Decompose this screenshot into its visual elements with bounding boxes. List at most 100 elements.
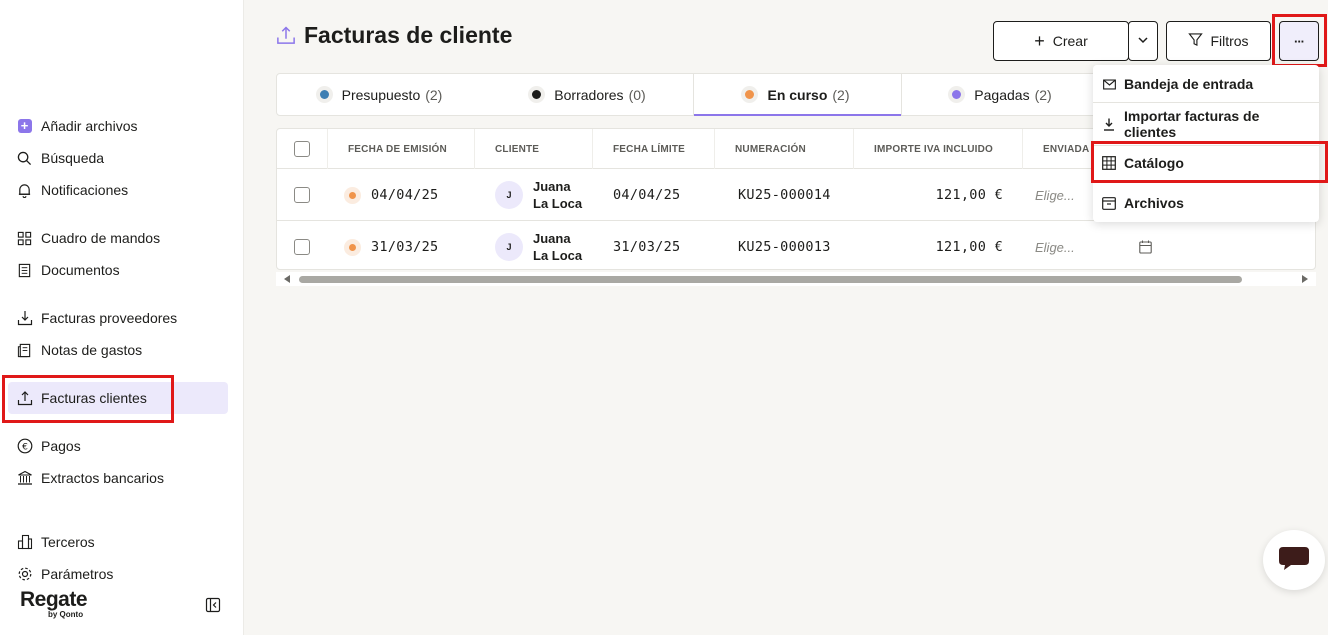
sidebar-item-notifications[interactable]: Notificaciones bbox=[8, 174, 228, 206]
amount: 121,00 € bbox=[935, 239, 1003, 255]
client-name: Juana La Loca bbox=[533, 179, 583, 211]
tab-en-curso[interactable]: En curso (2) bbox=[693, 74, 902, 116]
column-header[interactable]: FECHA DE EMISIÓN bbox=[327, 129, 474, 169]
select-all-checkbox[interactable] bbox=[294, 141, 310, 157]
status-dot-icon bbox=[532, 90, 542, 99]
menu-item-catalog[interactable]: Catálogo bbox=[1093, 149, 1319, 177]
sidebar-item-label: Documentos bbox=[41, 262, 120, 278]
client-name: Juana La Loca bbox=[533, 231, 583, 263]
bank-icon bbox=[16, 470, 33, 487]
download-tray-icon bbox=[16, 310, 33, 327]
sidebar-item-label: Cuadro de mandos bbox=[41, 230, 161, 246]
horizontal-scrollbar[interactable] bbox=[276, 272, 1316, 286]
amount: 121,00 € bbox=[935, 187, 1003, 203]
gear-icon bbox=[16, 566, 33, 583]
archive-box-icon bbox=[1102, 196, 1116, 210]
bell-icon bbox=[16, 182, 33, 199]
status-dot-icon bbox=[349, 243, 356, 251]
table-row[interactable]: 31/03/25 J Juana La Loca 31/03/25 KU25-00… bbox=[277, 221, 1315, 269]
sidebar-item-label: Facturas proveedores bbox=[41, 310, 178, 326]
sidebar-item-add-files[interactable]: + Añadir archivos bbox=[8, 110, 228, 142]
status-dot-icon bbox=[319, 90, 329, 99]
sidebar-item-payments[interactable]: € Pagos bbox=[8, 430, 228, 462]
sidebar-item-search[interactable]: Búsqueda bbox=[8, 142, 228, 174]
sidebar-item-customer-invoices[interactable]: Facturas clientes bbox=[8, 382, 228, 414]
chat-launcher-button[interactable] bbox=[1263, 530, 1325, 590]
column-header[interactable]: IMPORTE IVA INCLUIDO bbox=[853, 129, 1022, 169]
status-dot-icon bbox=[952, 90, 962, 99]
scrollbar-thumb[interactable] bbox=[299, 276, 1242, 283]
download-icon bbox=[1102, 117, 1116, 131]
sidebar-item-supplier-invoices[interactable]: Facturas proveedores bbox=[8, 302, 228, 334]
mail-icon bbox=[1102, 77, 1116, 91]
filters-label: Filtros bbox=[1210, 33, 1249, 49]
scroll-left-icon[interactable] bbox=[284, 275, 290, 283]
plus-icon: + bbox=[1034, 31, 1045, 51]
sidebar-item-label: Facturas clientes bbox=[41, 390, 147, 406]
sidebar-item-documents[interactable]: Documentos bbox=[8, 254, 228, 286]
row-checkbox[interactable] bbox=[294, 239, 310, 255]
document-icon bbox=[16, 262, 33, 279]
create-button[interactable]: + Crear bbox=[993, 21, 1129, 61]
receipt-icon bbox=[16, 342, 33, 359]
menu-item-label: Archivos bbox=[1124, 195, 1184, 211]
due-date: 31/03/25 bbox=[613, 239, 681, 255]
issue-date: 31/03/25 bbox=[371, 239, 439, 255]
sidebar-item-bank-statements[interactable]: Extractos bancarios bbox=[8, 462, 228, 494]
create-dropdown-button[interactable] bbox=[1128, 21, 1158, 61]
tab-pagadas[interactable]: Pagadas (2) bbox=[902, 74, 1102, 115]
sent-select[interactable]: Elige... bbox=[1035, 240, 1075, 255]
column-header[interactable]: CLIENTE bbox=[474, 129, 592, 169]
column-header[interactable]: NUMERACIÓN bbox=[714, 129, 853, 169]
tab-count: (2) bbox=[425, 86, 443, 103]
scroll-right-icon[interactable] bbox=[1302, 275, 1308, 283]
regate-logo: Regate bbox=[20, 588, 88, 611]
calendar-icon[interactable] bbox=[1139, 221, 1152, 269]
tab-label: En curso bbox=[767, 86, 828, 103]
dashboard-icon bbox=[16, 230, 33, 247]
sidebar-item-third-parties[interactable]: Terceros bbox=[8, 526, 228, 558]
more-options-button[interactable]: ··· bbox=[1279, 21, 1319, 61]
menu-divider bbox=[1093, 145, 1319, 146]
collapse-sidebar-icon[interactable] bbox=[205, 597, 221, 613]
tab-label: Borradores bbox=[554, 86, 624, 103]
tab-presupuesto[interactable]: Presupuesto (2) bbox=[277, 74, 485, 115]
sidebar-item-expense-notes[interactable]: Notas de gastos bbox=[8, 334, 228, 366]
regate-logo-sub: by Qonto bbox=[48, 610, 84, 619]
create-label: Crear bbox=[1052, 33, 1088, 49]
status-dot-icon bbox=[745, 90, 755, 99]
search-icon bbox=[16, 150, 33, 167]
sidebar-item-dashboard[interactable]: Cuadro de mandos bbox=[8, 222, 228, 254]
row-checkbox[interactable] bbox=[294, 187, 310, 203]
tab-borradores[interactable]: Borradores (0) bbox=[485, 74, 693, 115]
sidebar-item-label: Añadir archivos bbox=[41, 118, 138, 134]
menu-item-archives[interactable]: Archivos bbox=[1093, 189, 1319, 217]
column-header[interactable]: FECHA LÍMITE bbox=[592, 129, 714, 169]
more-icon: ··· bbox=[1294, 33, 1305, 49]
filters-button[interactable]: Filtros bbox=[1166, 21, 1271, 61]
svg-text:€: € bbox=[22, 442, 28, 452]
tab-label: Pagadas bbox=[974, 86, 1030, 103]
avatar: J bbox=[495, 233, 523, 261]
menu-item-inbox[interactable]: Bandeja de entrada bbox=[1093, 71, 1319, 97]
tab-count: (0) bbox=[628, 86, 646, 103]
sidebar-item-label: Pagos bbox=[41, 438, 81, 454]
filter-icon bbox=[1188, 32, 1204, 50]
sidebar-item-label: Notificaciones bbox=[41, 182, 129, 198]
sent-select[interactable]: Elige... bbox=[1035, 188, 1075, 203]
sidebar-item-label: Extractos bancarios bbox=[41, 470, 164, 486]
sidebar-item-label: Notas de gastos bbox=[41, 342, 143, 358]
chat-bubble-icon bbox=[1277, 543, 1311, 578]
menu-divider bbox=[1093, 102, 1319, 103]
menu-item-label: Catálogo bbox=[1124, 155, 1184, 171]
menu-item-label: Importar facturas de clientes bbox=[1124, 108, 1260, 140]
sidebar-item-label: Búsqueda bbox=[41, 150, 105, 166]
sidebar-item-settings[interactable]: Parámetros bbox=[8, 558, 228, 590]
plus-square-icon: + bbox=[16, 118, 33, 135]
more-options-menu: Bandeja de entrada Importar facturas de … bbox=[1093, 65, 1319, 222]
tab-label: Presupuesto bbox=[341, 86, 421, 103]
buildings-icon bbox=[16, 534, 33, 551]
issue-date: 04/04/25 bbox=[371, 187, 439, 203]
menu-item-import-invoices[interactable]: Importar facturas de clientes bbox=[1093, 107, 1319, 141]
select-all-cell bbox=[277, 129, 327, 169]
